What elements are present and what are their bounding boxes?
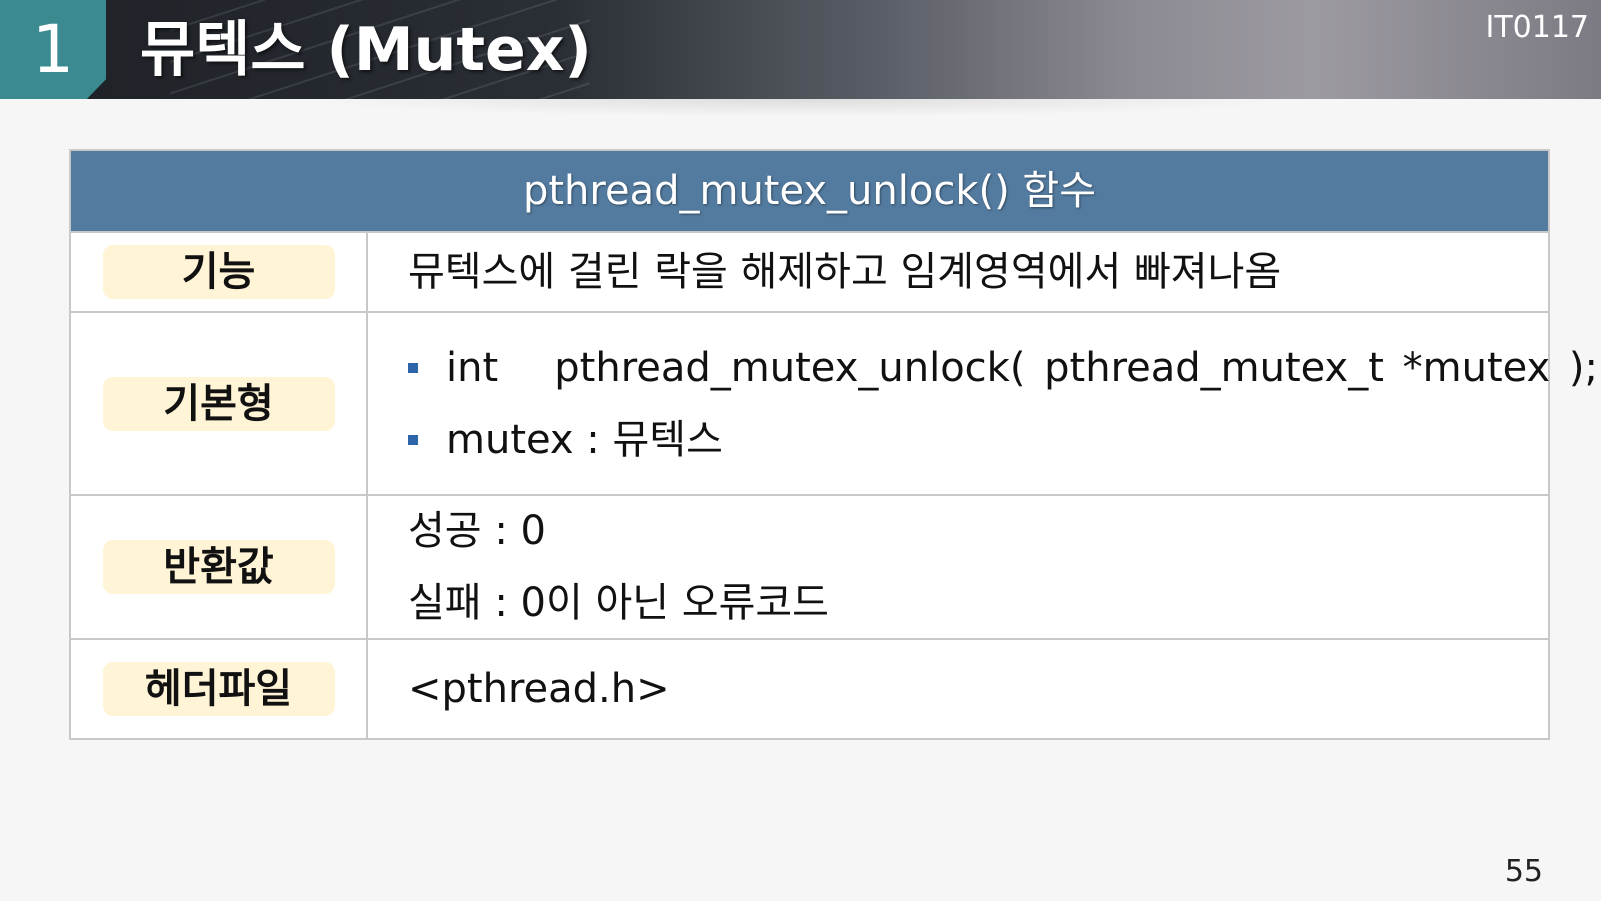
parameter-description: mutex : 뮤텍스 xyxy=(446,416,723,463)
row-content-cell: 뮤텍스에 걸린 락을 해제하고 임계영역에서 빠져나옴 xyxy=(368,233,1548,311)
row-label-return: 반환값 xyxy=(102,540,335,594)
header-file-name: <pthread.h> xyxy=(408,666,670,712)
table-heading: pthread_mutex_unlock() 함수 xyxy=(71,151,1548,231)
row-label-cell: 기본형 xyxy=(71,313,368,494)
row-label-prototype: 기본형 xyxy=(102,376,335,431)
table-row-function: 기능 뮤텍스에 걸린 락을 해제하고 임계영역에서 빠져나옴 xyxy=(71,231,1548,311)
function-table: pthread_mutex_unlock() 함수 기능 뮤텍스에 걸린 락을 … xyxy=(69,149,1598,740)
row-content-cell: int pthread_mutex_unlock( pthread_mutex_… xyxy=(368,313,1598,494)
function-description: 뮤텍스에 걸린 락을 해제하고 임계영역에서 빠져나옴 xyxy=(408,249,1282,295)
row-label-header-file: 헤더파일 xyxy=(102,662,335,716)
page-number: 55 xyxy=(1504,854,1543,889)
course-code: IT0117 xyxy=(1485,10,1589,45)
row-content-cell: <pthread.h> xyxy=(368,640,1548,738)
row-label-cell: 기능 xyxy=(71,233,368,311)
table-row-prototype: 기본형 int pthread_mutex_unlock( pthread_mu… xyxy=(71,311,1598,494)
row-label-cell: 반환값 xyxy=(71,496,368,638)
table-row-header-file: 헤더파일 <pthread.h> xyxy=(71,638,1548,738)
slide-header: 1 뮤텍스 (Mutex) IT0117 xyxy=(0,0,1601,99)
row-content-cell: 성공 : 0 실패 : 0이 아닌 오류코드 xyxy=(368,496,1548,638)
row-label-cell: 헤더파일 xyxy=(71,640,368,738)
list-item: mutex : 뮤텍스 xyxy=(408,404,1598,476)
row-label-function: 기능 xyxy=(102,245,335,299)
return-failure: 실패 : 0이 아닌 오류코드 xyxy=(408,580,829,626)
return-success: 성공 : 0 xyxy=(408,508,546,554)
list-item: int pthread_mutex_unlock( pthread_mutex_… xyxy=(408,332,1598,404)
section-number: 1 xyxy=(32,11,74,88)
function-signature: int pthread_mutex_unlock( pthread_mutex_… xyxy=(446,344,1598,391)
header-shadow xyxy=(300,99,1300,117)
slide-title: 뮤텍스 (Mutex) xyxy=(140,15,592,85)
square-bullet-icon xyxy=(408,434,418,445)
square-bullet-icon xyxy=(408,362,418,373)
table-row-return: 반환값 성공 : 0 실패 : 0이 아닌 오류코드 xyxy=(71,494,1548,638)
